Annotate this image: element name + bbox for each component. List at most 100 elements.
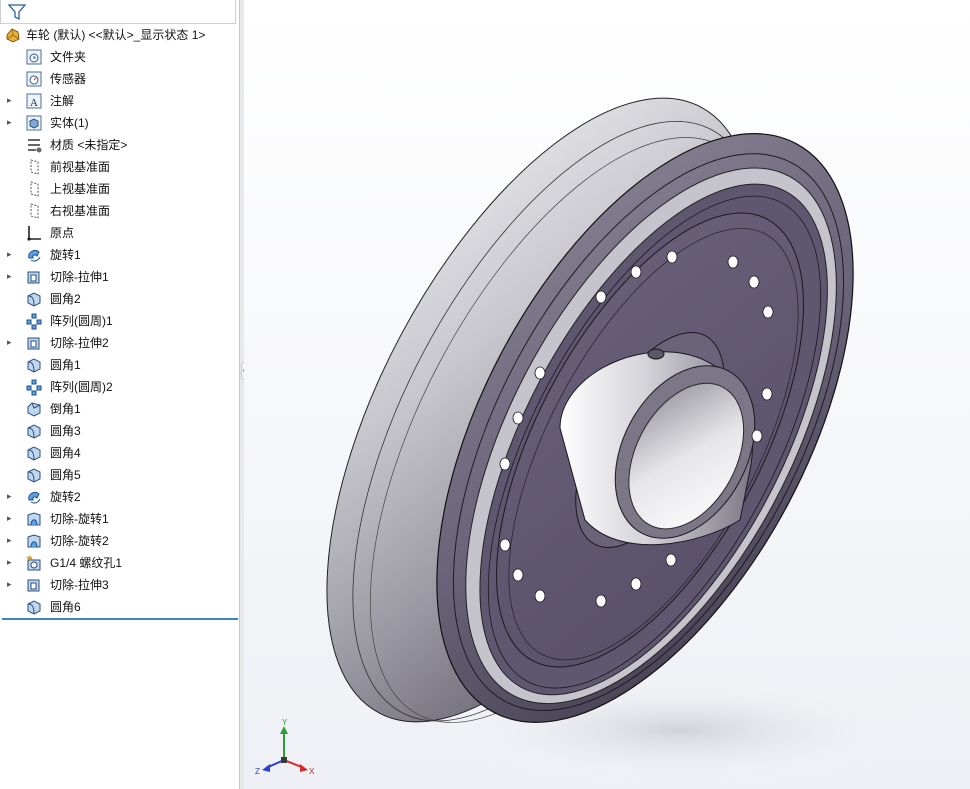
sensor-icon xyxy=(25,70,43,88)
tree-item-label: 阵列(圆周)1 xyxy=(50,314,113,328)
reference-triad[interactable]: Y X Z xyxy=(254,718,318,778)
revolve-icon xyxy=(25,246,43,264)
part-icon xyxy=(4,26,22,44)
annotation-icon: A xyxy=(25,92,43,110)
tree-item[interactable]: ▸ 切除-拉伸3 xyxy=(0,574,238,596)
expand-arrow-icon[interactable]: ▸ xyxy=(7,530,17,552)
circular-pattern-icon xyxy=(25,312,43,330)
tree-item[interactable]: 文件夹 xyxy=(0,46,238,68)
tree-root-part[interactable]: 车轮 (默认) <<默认>_显示状态 1> xyxy=(0,24,238,46)
filter-icon[interactable] xyxy=(8,3,26,21)
tree-item[interactable]: 原点 xyxy=(0,222,238,244)
tree-item-label: 圆角3 xyxy=(50,424,81,438)
tree-item[interactable]: ▸ 实体(1) xyxy=(0,112,238,134)
material-icon xyxy=(25,136,43,154)
expand-arrow-icon[interactable]: ▸ xyxy=(7,90,17,112)
tree-filter-bar[interactable] xyxy=(0,0,236,24)
tree-item[interactable]: ▸ 旋转2 xyxy=(0,486,238,508)
tree-item-label: 旋转1 xyxy=(50,248,81,262)
tree-item-label: 圆角2 xyxy=(50,292,81,306)
tree-item-label: 切除-拉伸3 xyxy=(50,578,109,592)
cut-revolve-icon xyxy=(25,532,43,550)
tree-item-label: 切除-拉伸2 xyxy=(50,336,109,350)
tree-item[interactable]: 圆角4 xyxy=(0,442,238,464)
tree-root-label: 车轮 (默认) <<默认>_显示状态 1> xyxy=(26,28,206,42)
expand-arrow-icon[interactable]: ▸ xyxy=(7,552,17,574)
tree-item-label: 切除-拉伸1 xyxy=(50,270,109,284)
tree-item-label: 切除-旋转2 xyxy=(50,534,109,548)
tree-item-label: 材质 <未指定> xyxy=(50,138,128,152)
tree-item[interactable]: 圆角3 xyxy=(0,420,238,442)
plane-icon xyxy=(25,158,43,176)
tree-item-label: 阵列(圆周)2 xyxy=(50,380,113,394)
plane-icon xyxy=(25,180,43,198)
fillet-icon xyxy=(25,356,43,374)
expand-arrow-icon[interactable]: ▸ xyxy=(7,486,17,508)
origin-icon xyxy=(25,224,43,242)
rollback-bar[interactable] xyxy=(2,618,238,620)
plane-icon xyxy=(25,202,43,220)
tree-item[interactable]: ▸ 切除-拉伸2 xyxy=(0,332,238,354)
tree-item[interactable]: 阵列(圆周)2 xyxy=(0,376,238,398)
x-axis-label: X xyxy=(309,767,315,776)
tree-item[interactable]: 圆角6 xyxy=(0,596,238,618)
fillet-icon xyxy=(25,598,43,616)
fillet-icon xyxy=(25,422,43,440)
tree-item-label: G1/4 螺纹孔1 xyxy=(50,556,123,570)
expand-arrow-icon[interactable]: ▸ xyxy=(7,244,17,266)
history-folder-icon xyxy=(25,48,43,66)
chamfer-icon xyxy=(25,400,43,418)
tree-item[interactable]: 倒角1 xyxy=(0,398,238,420)
revolve-icon xyxy=(25,488,43,506)
solid-bodies-icon xyxy=(25,114,43,132)
tree-item[interactable]: ▸ 切除-旋转1 xyxy=(0,508,238,530)
cut-extrude-icon xyxy=(25,576,43,594)
tree-item[interactable]: 圆角2 xyxy=(0,288,238,310)
tree-item[interactable]: 右视基准面 xyxy=(0,200,238,222)
tree-item[interactable]: 上视基准面 xyxy=(0,178,238,200)
tree-item[interactable]: ▸ G1/4 螺纹孔1 xyxy=(0,552,238,574)
tree-item-label: 圆角1 xyxy=(50,358,81,372)
tree-item-label: 圆角6 xyxy=(50,600,81,614)
expand-arrow-icon[interactable]: ▸ xyxy=(7,112,17,134)
tree-item-label: 倒角1 xyxy=(50,402,81,416)
expand-arrow-icon[interactable]: ▸ xyxy=(7,266,17,288)
graphics-area[interactable] xyxy=(244,0,970,789)
tree-item[interactable]: ▸ 切除-拉伸1 xyxy=(0,266,238,288)
tree-item-label: 原点 xyxy=(50,226,75,240)
tree-item-label: 前视基准面 xyxy=(50,160,111,174)
cut-revolve-icon xyxy=(25,510,43,528)
tree-item-label: 圆角5 xyxy=(50,468,81,482)
tree-item[interactable]: ▸ A 注解 xyxy=(0,90,238,112)
tree-item[interactable]: 圆角1 xyxy=(0,354,238,376)
expand-arrow-icon[interactable]: ▸ xyxy=(7,332,17,354)
tree-item[interactable]: 阵列(圆周)1 xyxy=(0,310,238,332)
tree-item-label: 上视基准面 xyxy=(50,182,111,196)
tree-item[interactable]: 前视基准面 xyxy=(0,156,238,178)
tree-item[interactable]: 材质 <未指定> xyxy=(0,134,238,156)
tree-item[interactable]: 传感器 xyxy=(0,68,238,90)
tree-item-label: 圆角4 xyxy=(50,446,81,460)
hole-wizard-icon xyxy=(25,554,43,572)
tree-item-label: 右视基准面 xyxy=(50,204,111,218)
tree-item-label: 切除-旋转1 xyxy=(50,512,109,526)
tree-item[interactable]: 圆角5 xyxy=(0,464,238,486)
tree-item-label: 实体(1) xyxy=(50,116,89,130)
tree-item-label: 旋转2 xyxy=(50,490,81,504)
tree-item[interactable]: ▸ 旋转1 xyxy=(0,244,238,266)
fillet-icon xyxy=(25,290,43,308)
svg-text:A: A xyxy=(30,97,38,109)
wheel-model[interactable] xyxy=(244,0,970,789)
circular-pattern-icon xyxy=(25,378,43,396)
cut-extrude-icon xyxy=(25,268,43,286)
tree-item[interactable]: ▸ 切除-旋转2 xyxy=(0,530,238,552)
expand-arrow-icon[interactable]: ▸ xyxy=(7,574,17,596)
fillet-icon xyxy=(25,444,43,462)
expand-arrow-icon[interactable]: ▸ xyxy=(7,508,17,530)
tree-item-label: 传感器 xyxy=(50,72,87,86)
feature-manager-tree: 车轮 (默认) <<默认>_显示状态 1> 文件夹传感器 ▸ A 注解 ▸ 实体(1) 材质… xyxy=(0,0,240,789)
tree-item-label: 注解 xyxy=(50,94,75,108)
y-axis-label: Y xyxy=(282,718,288,727)
z-axis-label: Z xyxy=(255,767,260,776)
fillet-icon xyxy=(25,466,43,484)
